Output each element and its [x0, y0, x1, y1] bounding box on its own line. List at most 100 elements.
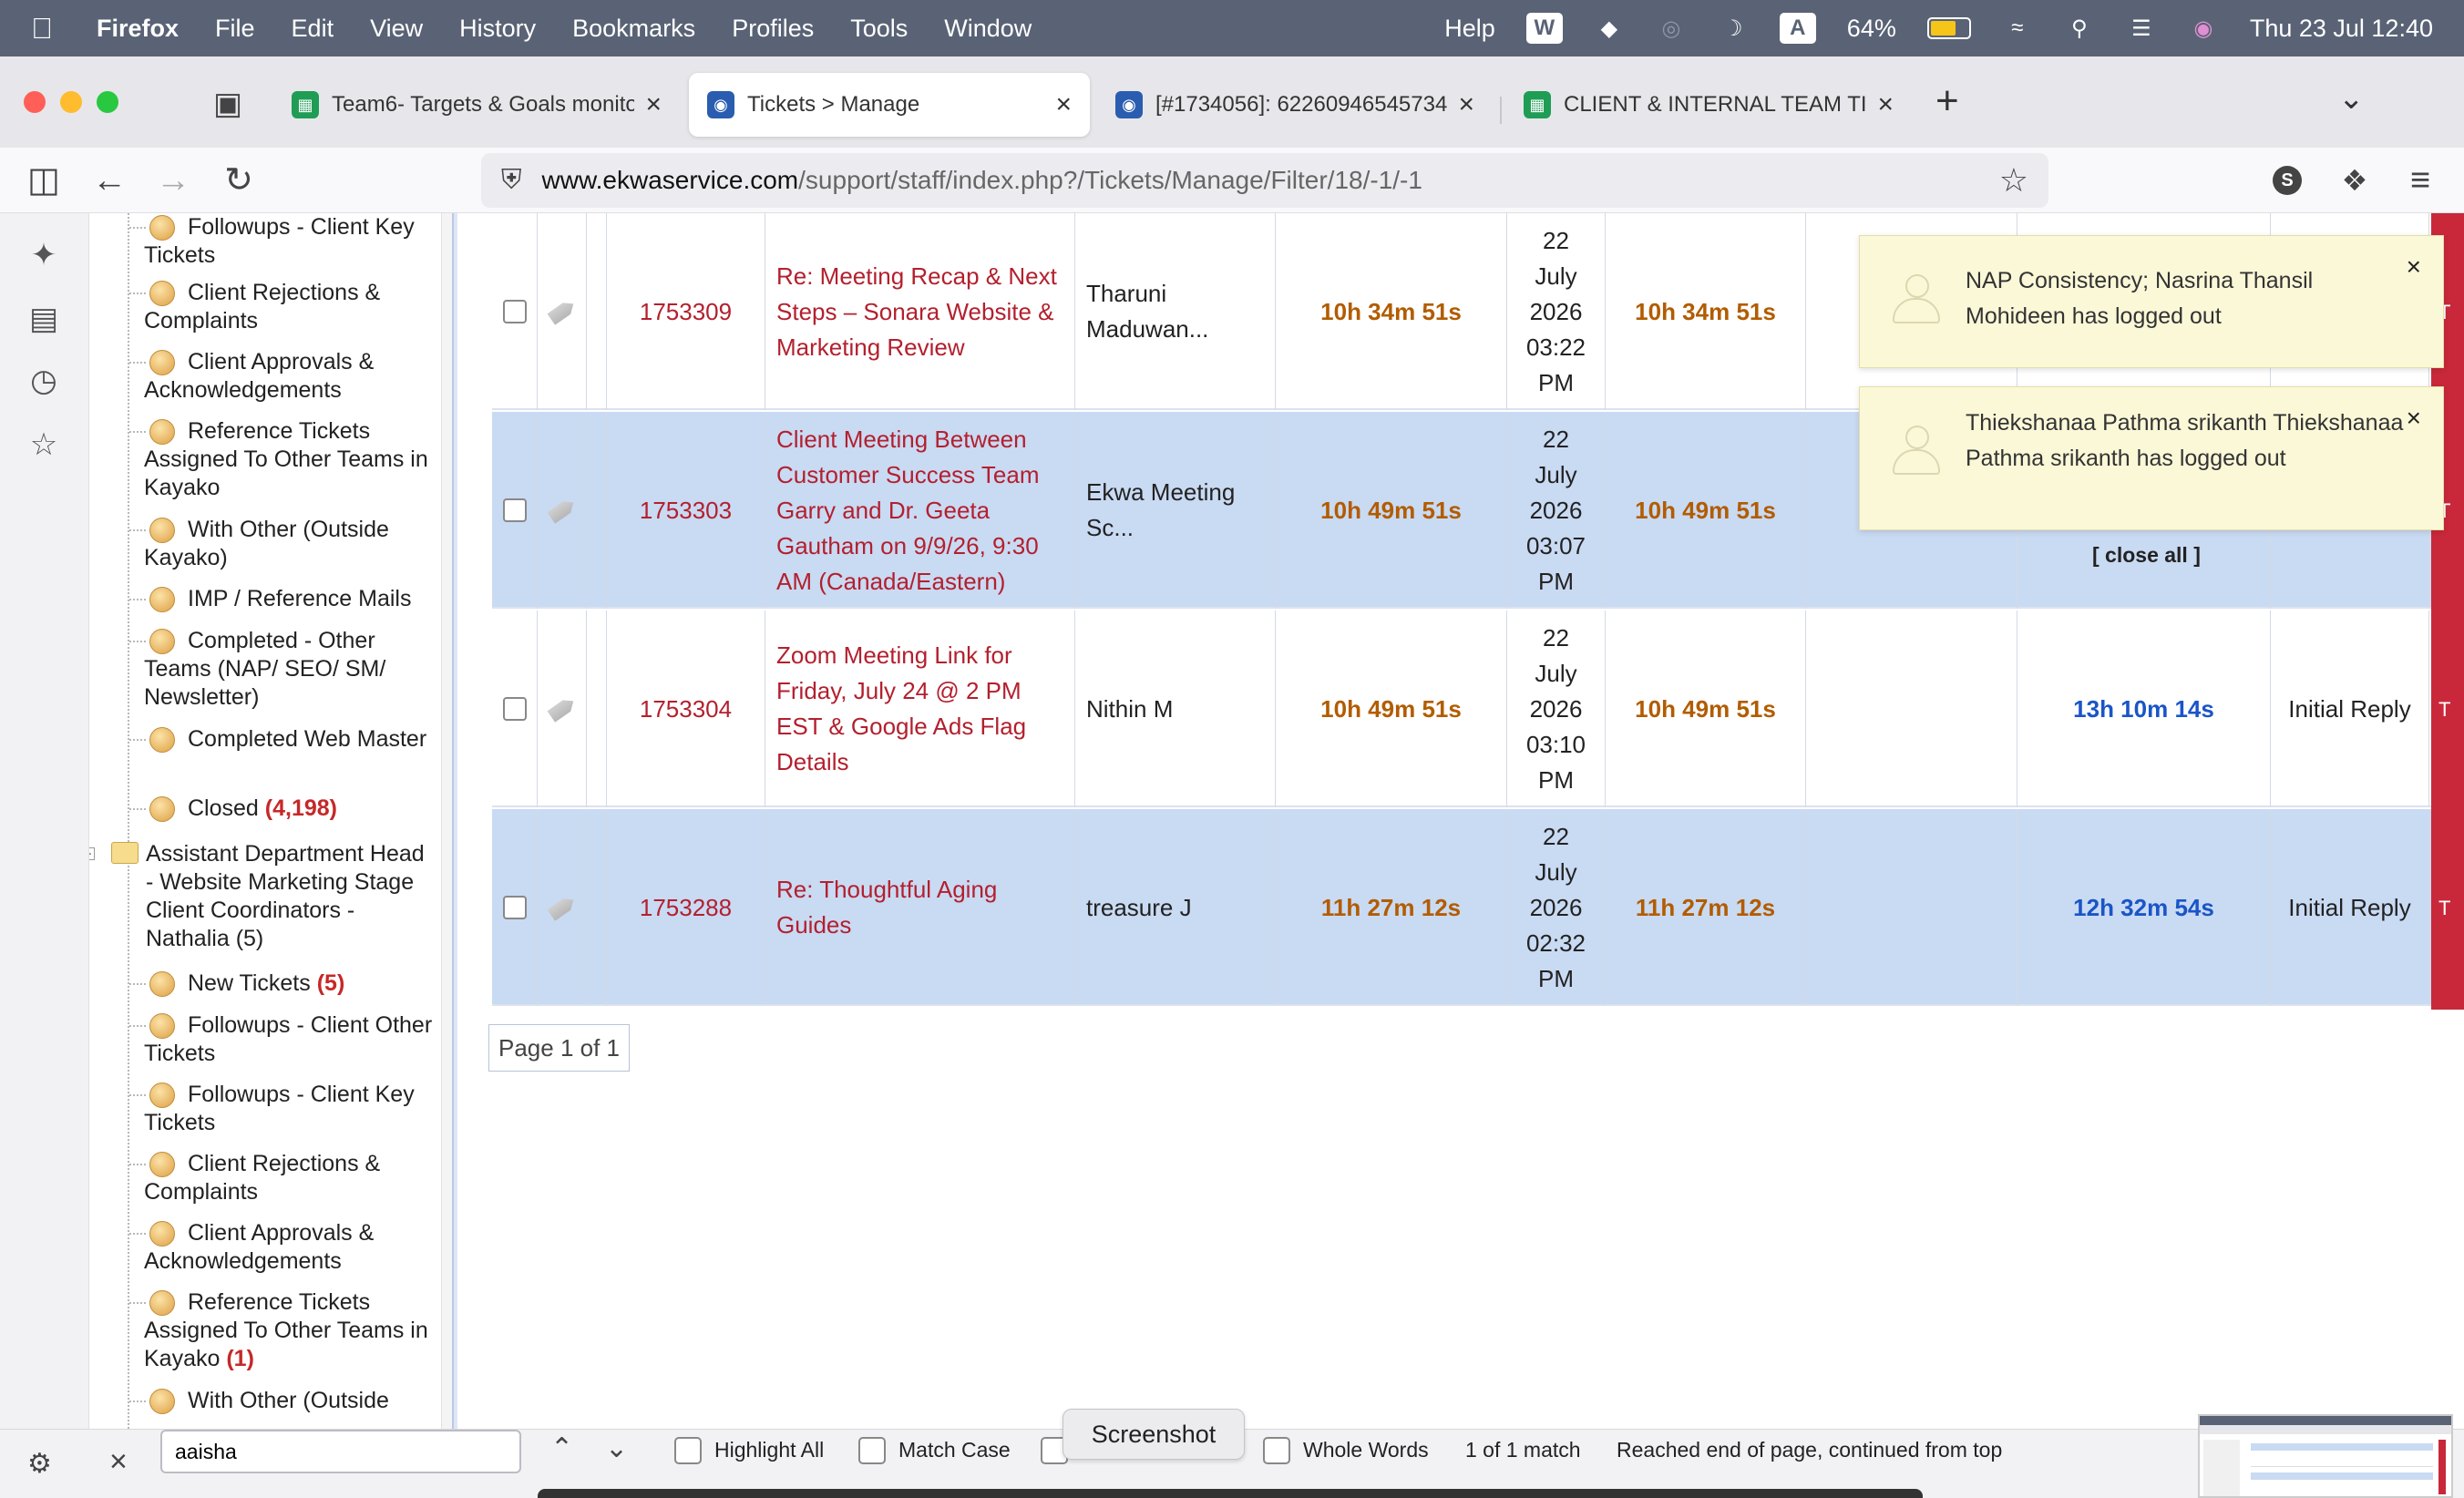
- tree-item-with-other[interactable]: With Other (Outside Kayako): [129, 516, 436, 572]
- bookmarks-star-icon[interactable]: ☆: [24, 425, 64, 465]
- row-select-checkbox-cell[interactable]: [492, 412, 538, 609]
- extension-s-icon[interactable]: S: [2273, 166, 2302, 195]
- menu-app-firefox[interactable]: Firefox: [97, 15, 179, 43]
- input-source-icon[interactable]: A: [1779, 13, 1816, 44]
- menu-clock[interactable]: Thu 23 Jul 12:40: [2250, 15, 2433, 43]
- close-tab-icon[interactable]: ×: [1458, 89, 1474, 120]
- tree-item-reference-tickets[interactable]: Reference Tickets Assigned To Other Team…: [129, 417, 436, 502]
- ticket-row[interactable]: 1753304 Zoom Meeting Link for Friday, Jul…: [492, 610, 2464, 807]
- ticket-id[interactable]: 1753288: [607, 809, 765, 1006]
- tab-client-internal-tickets[interactable]: ▦ CLIENT & INTERNAL TEAM TICKETS ×: [1505, 73, 1912, 137]
- control-center-icon[interactable]: ☰: [2126, 13, 2157, 44]
- tree-item-followups-other[interactable]: Followups - Client Other Tickets: [129, 1011, 436, 1068]
- close-find-bar-icon[interactable]: ×: [109, 1444, 128, 1480]
- ticket-subject[interactable]: Zoom Meeting Link for Friday, July 24 @ …: [765, 610, 1075, 807]
- tree-item-approvals-2[interactable]: Client Approvals & Acknowledgements: [129, 1219, 436, 1276]
- row-select-checkbox[interactable]: [502, 896, 527, 919]
- ticket-id[interactable]: 1753304: [607, 610, 765, 807]
- tree-item-rejections[interactable]: Client Rejections & Complaints: [129, 279, 436, 335]
- tree-item-reference-tickets-2[interactable]: Reference Tickets Assigned To Other Team…: [129, 1288, 436, 1373]
- list-all-tabs-chevron-icon[interactable]: ⌄: [2338, 80, 2365, 117]
- wifi-icon[interactable]: ≈: [2002, 13, 2033, 44]
- battery-icon[interactable]: [1926, 17, 1971, 39]
- tab-team6-targets[interactable]: ▦ Team6- Targets & Goals monitor ×: [273, 73, 680, 137]
- menu-help[interactable]: Help: [1444, 15, 1495, 43]
- tree-item-closed[interactable]: Closed (4,198): [129, 795, 436, 823]
- tree-item-rejections-2[interactable]: Client Rejections & Complaints: [129, 1150, 436, 1206]
- tree-item-imp-reference[interactable]: IMP / Reference Mails: [129, 585, 436, 613]
- row-select-checkbox-cell[interactable]: [492, 809, 538, 1006]
- row-select-checkbox[interactable]: [502, 697, 527, 721]
- find-previous-chevron-icon[interactable]: ⌃: [550, 1432, 573, 1464]
- ticket-id[interactable]: 1753303: [607, 412, 765, 609]
- tab-tickets-manage[interactable]: ◉ Tickets > Manage ×: [689, 73, 1090, 137]
- back-arrow-icon[interactable]: ←: [87, 159, 131, 202]
- find-input[interactable]: [160, 1430, 521, 1473]
- tree-item-followups-key[interactable]: Followups - Client Key Tickets: [129, 213, 436, 270]
- row-select-checkbox-cell[interactable]: [492, 213, 538, 410]
- ticket-subject[interactable]: Client Meeting Between Customer Success …: [765, 412, 1075, 609]
- new-tab-button[interactable]: +: [1935, 78, 1959, 124]
- close-window-button[interactable]: [24, 91, 46, 113]
- close-tab-icon[interactable]: ×: [645, 89, 662, 120]
- tree-item-new-tickets[interactable]: New Tickets (5): [129, 970, 436, 998]
- tree-scrollbar[interactable]: [441, 213, 452, 1429]
- close-notification-icon[interactable]: ×: [2407, 400, 2421, 436]
- ticket-id[interactable]: 1753309: [607, 213, 765, 410]
- highlight-all-checkbox[interactable]: [674, 1437, 702, 1464]
- close-tab-icon[interactable]: ×: [1055, 89, 1072, 120]
- tracking-shield-icon[interactable]: ⛨: [501, 165, 522, 196]
- menu-view[interactable]: View: [370, 15, 423, 43]
- gear-icon[interactable]: ⚙: [27, 1448, 52, 1480]
- find-next-chevron-icon[interactable]: ⌄: [605, 1432, 628, 1464]
- menu-file[interactable]: File: [215, 15, 255, 43]
- synced-tabs-icon[interactable]: ▤: [24, 299, 64, 339]
- match-case-checkbox[interactable]: [858, 1437, 886, 1464]
- spotlight-search-icon[interactable]: ⚲: [2064, 13, 2095, 44]
- reload-icon[interactable]: ↻: [217, 159, 261, 202]
- tab-overview-icon[interactable]: ▣: [208, 84, 248, 124]
- menu-edit[interactable]: Edit: [292, 15, 334, 43]
- bookmark-star-icon[interactable]: ☆: [1999, 161, 2028, 200]
- menu-profiles[interactable]: Profiles: [732, 15, 814, 43]
- wps-icon[interactable]: W: [1525, 13, 1563, 44]
- row-select-checkbox[interactable]: [502, 498, 527, 522]
- ticket-subject[interactable]: Re: Thoughtful Aging Guides: [765, 809, 1075, 1006]
- zoom-window-button[interactable]: [97, 91, 118, 113]
- row-select-checkbox-cell[interactable]: [492, 610, 538, 807]
- whole-words-checkbox[interactable]: [1263, 1437, 1290, 1464]
- ai-sparkle-icon[interactable]: ✦: [24, 235, 64, 275]
- tree-item-completed-other[interactable]: Completed - Other Teams (NAP/ SEO/ SM/ N…: [129, 627, 436, 712]
- minimize-window-button[interactable]: [60, 91, 82, 113]
- address-bar[interactable]: ⛨ www.ekwaservice.com/support/staff/inde…: [481, 153, 2048, 208]
- extensions-puzzle-icon[interactable]: ❖: [2333, 159, 2377, 202]
- tab-ticket-1734056[interactable]: ◉ [#1734056]: 622609465457347 ×: [1097, 73, 1493, 137]
- close-notification-icon[interactable]: ×: [2407, 249, 2421, 284]
- hamburger-menu-icon[interactable]: ≡: [2398, 159, 2442, 202]
- airdrop-icon[interactable]: ◎: [1656, 13, 1687, 44]
- forward-arrow-icon[interactable]: →: [151, 159, 195, 202]
- close-all-notifications-link[interactable]: [ close all ]: [2092, 543, 2201, 568]
- history-clock-icon[interactable]: ◷: [24, 361, 64, 401]
- siri-icon[interactable]: ◉: [2188, 13, 2219, 44]
- apple-menu-icon[interactable]: : [31, 12, 82, 46]
- ticket-subject[interactable]: Re: Meeting Recap & Next Steps – Sonara …: [765, 213, 1075, 410]
- menu-window[interactable]: Window: [944, 15, 1032, 43]
- menu-tools[interactable]: Tools: [850, 15, 908, 43]
- screenshot-thumbnail[interactable]: [2198, 1414, 2453, 1498]
- pane-divider[interactable]: [452, 213, 457, 1429]
- tree-item-completed-web[interactable]: Completed Web Master: [129, 725, 436, 754]
- focus-moon-icon[interactable]: ☽: [1718, 13, 1749, 44]
- menu-history[interactable]: History: [459, 15, 536, 43]
- tree-item-followups-key-2[interactable]: Followups - Client Key Tickets: [129, 1081, 436, 1137]
- menu-bookmarks[interactable]: Bookmarks: [572, 15, 695, 43]
- close-tab-icon[interactable]: ×: [1877, 89, 1894, 120]
- tree-department[interactable]: − Assistant Department Head - Website Ma…: [89, 840, 436, 953]
- tree-item-approvals[interactable]: Client Approvals & Acknowledgements: [129, 348, 436, 405]
- row-select-checkbox[interactable]: [502, 300, 527, 323]
- diamond-app-icon[interactable]: ◆: [1594, 13, 1625, 44]
- tree-item-with-other-2[interactable]: With Other (Outside: [129, 1387, 436, 1415]
- ticket-row[interactable]: 1753288 Re: Thoughtful Aging Guides treasu…: [492, 809, 2464, 1006]
- sidebar-toggle-icon[interactable]: ◫: [22, 159, 66, 202]
- collapse-toggle-icon[interactable]: −: [89, 847, 95, 860]
